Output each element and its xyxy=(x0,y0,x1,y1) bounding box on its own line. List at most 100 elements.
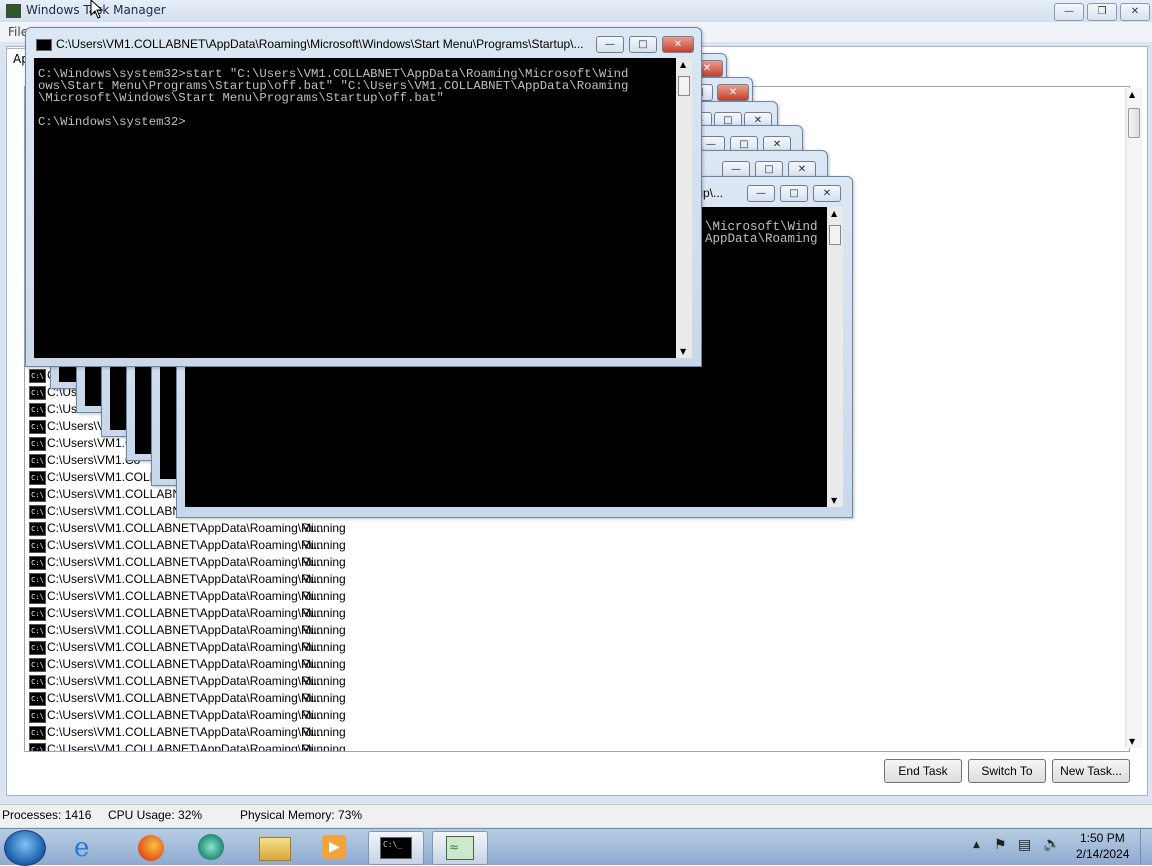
show-hidden-icons-arrow-icon[interactable]: ▲ xyxy=(973,840,980,850)
task-name: C:\Users\VM1.COLLABNET\AppData\Roaming\M… xyxy=(47,640,324,654)
list-item[interactable]: C:\ C:\Users\VM1.COLLABNET\AppData\Roamin… xyxy=(29,605,359,622)
start-button[interactable] xyxy=(4,830,46,866)
clock-time[interactable]: 1:50 PM xyxy=(1080,831,1125,845)
cmd-icon: C:\ xyxy=(29,658,46,672)
list-item[interactable]: C:\ C:\Users\VM1.COLLABNET\AppData\Roamin… xyxy=(29,537,359,554)
task-manager-taskbar-button[interactable]: ≈ xyxy=(432,831,488,865)
list-item[interactable]: C:\ C:\Users\VM1.COLLABNET\AppData\Roamin… xyxy=(29,724,359,741)
scrollbar-thumb[interactable] xyxy=(829,225,841,245)
processes-count: Processes: 1416 xyxy=(2,808,92,822)
task-status: Running xyxy=(301,555,346,569)
task-status: Running xyxy=(301,521,346,535)
cmd-icon: C:\ xyxy=(29,743,46,751)
list-item[interactable]: C:\ C:\Users\VM1.COLLABNET\AppData\Roamin… xyxy=(29,554,359,571)
list-item[interactable]: C:\ C:\Users\VM1.COLLABNET\AppData\Roamin… xyxy=(29,741,359,751)
task-status: Running xyxy=(301,674,346,688)
task-name: C:\Users\VM1.COLLABNET\AppData\Roaming\M… xyxy=(47,589,324,603)
console-back-text: \Microsoft\Wind AppData\Roaming xyxy=(705,220,818,246)
minimize-button[interactable]: — xyxy=(1054,3,1084,21)
cmd-icon xyxy=(36,39,52,51)
task-name: C:\Users\VM1.COLLABNE xyxy=(47,487,190,501)
scrollbar-thumb[interactable] xyxy=(1128,108,1140,138)
cmd-icon: C:\ xyxy=(29,641,46,655)
console-front-title: C:\Users\VM1.COLLABNET\AppData\Roaming\M… xyxy=(56,37,584,51)
scroll-up-arrow-icon[interactable]: ▲ xyxy=(831,209,837,218)
task-name: C:\Users\VM1.C xyxy=(47,436,134,450)
task-name: C:\Users\Vi xyxy=(47,419,108,433)
list-item[interactable]: C:\ C:\Users\VM1.COLLABNET\AppData\Roamin… xyxy=(29,639,359,656)
list-item[interactable]: C:\ C:\Users\VM1.COLLABNET\AppData\Roamin… xyxy=(29,571,359,588)
firefox-icon[interactable] xyxy=(124,831,178,863)
task-name: C:\Us xyxy=(47,402,77,416)
end-task-button[interactable]: End Task xyxy=(884,759,962,783)
scroll-up-arrow-icon[interactable]: ▲ xyxy=(680,60,686,69)
cmd-icon: C:\ xyxy=(29,709,46,723)
title-bar[interactable]: Windows Task Manager — ❐ ✕ xyxy=(0,0,1152,22)
list-item[interactable]: C:\ C:\Users\VM1.COLLABNET\AppData\Roamin… xyxy=(29,656,359,673)
console-window-front[interactable]: C:\Users\VM1.COLLABNET\AppData\Roaming\M… xyxy=(25,27,702,367)
restore-button[interactable]: ❐ xyxy=(1087,3,1117,21)
console-front-output[interactable]: C:\Windows\system32>start "C:\Users\VM1.… xyxy=(34,58,676,358)
task-name: C:\Users\VM1.COLLABNET\AppData\Roaming\M… xyxy=(47,691,324,705)
restore-button[interactable]: □ xyxy=(780,185,808,202)
close-button[interactable]: ✕ xyxy=(1120,3,1150,21)
console-front-text: C:\Windows\system32>start "C:\Users\VM1.… xyxy=(38,67,629,129)
clock-date[interactable]: 2/14/2024 xyxy=(1076,847,1129,861)
cpu-usage: CPU Usage: 32% xyxy=(108,808,203,822)
new-task-button[interactable]: New Task... xyxy=(1052,759,1130,783)
list-scrollbar[interactable]: ▲ ▼ xyxy=(1125,88,1142,748)
mouse-cursor-icon xyxy=(90,0,104,19)
task-status: Running xyxy=(301,572,346,586)
task-name: C:\Users\VM1.COLLABNET\AppData\Roaming\M… xyxy=(47,555,324,569)
task-name: C:\Users\VM1.COLLABNET xyxy=(47,504,197,518)
console-back-scrollbar[interactable]: ▲ ▼ xyxy=(827,207,843,507)
list-item[interactable]: C:\ C:\Users\VM1.COLLABNET\AppData\Roamin… xyxy=(29,690,359,707)
status-bar: Processes: 1416 CPU Usage: 32% Physical … xyxy=(0,804,1152,827)
switch-to-button[interactable]: Switch To xyxy=(968,759,1046,783)
task-status: Running xyxy=(301,708,346,722)
list-item[interactable]: C:\ C:\Users\VM1.COLLABNET\AppData\Roamin… xyxy=(29,520,359,537)
list-item[interactable]: C:\ C:\Users\VM1.COLLABNET\AppData\Roamin… xyxy=(29,622,359,639)
show-desktop-button[interactable] xyxy=(1140,829,1152,865)
task-status: Running xyxy=(301,657,346,671)
list-item[interactable]: C:\ C:\Users\VM1.COLLABNET\AppData\Roamin… xyxy=(29,673,359,690)
task-name: C:\Users\VM1.COLLABNET\AppData\Roaming\M… xyxy=(47,538,324,552)
cmd-icon: C:\ xyxy=(29,386,46,400)
task-name: C:\Users\VM1.COLLABNET\AppData\Roaming\M… xyxy=(47,521,324,535)
cmd-icon: C:\ xyxy=(29,420,46,434)
task-name: C:\Users\VM1.COLLABNET\AppData\Roaming\M… xyxy=(47,708,324,722)
physical-memory: Physical Memory: 73% xyxy=(240,808,363,822)
minimize-button[interactable]: — xyxy=(596,36,624,53)
action-center-flag-icon[interactable]: ⚑ xyxy=(994,837,1007,853)
internet-explorer-icon[interactable]: e xyxy=(62,831,116,863)
volume-muted-icon[interactable]: 🔈 xyxy=(1043,836,1060,852)
scroll-down-arrow-icon[interactable]: ▼ xyxy=(831,496,837,505)
list-item[interactable]: C:\ C:\Users\VM1.COLLABNET\AppData\Roamin… xyxy=(29,707,359,724)
close-button[interactable]: ✕ xyxy=(662,36,694,53)
restore-button[interactable]: □ xyxy=(629,36,657,53)
media-player-icon[interactable]: ▶ xyxy=(308,831,362,863)
cmd-taskbar-button[interactable]: C:\_ xyxy=(368,831,424,865)
close-button[interactable]: ✕ xyxy=(813,185,841,202)
scrollbar-thumb[interactable] xyxy=(678,76,690,96)
task-status: Running xyxy=(301,606,346,620)
network-icon[interactable]: ▤ xyxy=(1018,837,1031,853)
task-name: C:\Users\VM1.COLLABNET\AppData\Roaming\M… xyxy=(47,572,324,586)
taskbar: e ▶ C:\_ ≈ ▲ ⚑ ▤ 🔈 1:50 PM 2/14/2024 xyxy=(0,828,1152,866)
close-button[interactable]: ✕ xyxy=(717,84,749,101)
task-name: C:\Users\VM1.COLLABNET\AppData\Roaming\M… xyxy=(47,725,324,739)
scroll-down-arrow-icon[interactable]: ▼ xyxy=(680,347,686,356)
scroll-down-arrow-icon[interactable]: ▼ xyxy=(1129,737,1135,746)
minimize-button[interactable]: — xyxy=(747,185,775,202)
cmd-icon: C:\ xyxy=(29,726,46,740)
list-item[interactable]: C:\ C:\Users\VM1.COLLABNET\AppData\Roamin… xyxy=(29,588,359,605)
task-name: C:\Users\VM1.COLLABNET\AppData\Roaming\M… xyxy=(47,623,324,637)
console-front-scrollbar[interactable]: ▲ ▼ xyxy=(676,58,692,358)
scroll-up-arrow-icon[interactable]: ▲ xyxy=(1129,90,1135,99)
task-status: Running xyxy=(301,589,346,603)
app-circle-icon[interactable] xyxy=(186,831,240,863)
cmd-icon: C:\ xyxy=(29,369,46,383)
cmd-icon: C:\ xyxy=(29,624,46,638)
cmd-icon: C:\ xyxy=(29,675,46,689)
file-explorer-icon[interactable] xyxy=(248,831,302,863)
